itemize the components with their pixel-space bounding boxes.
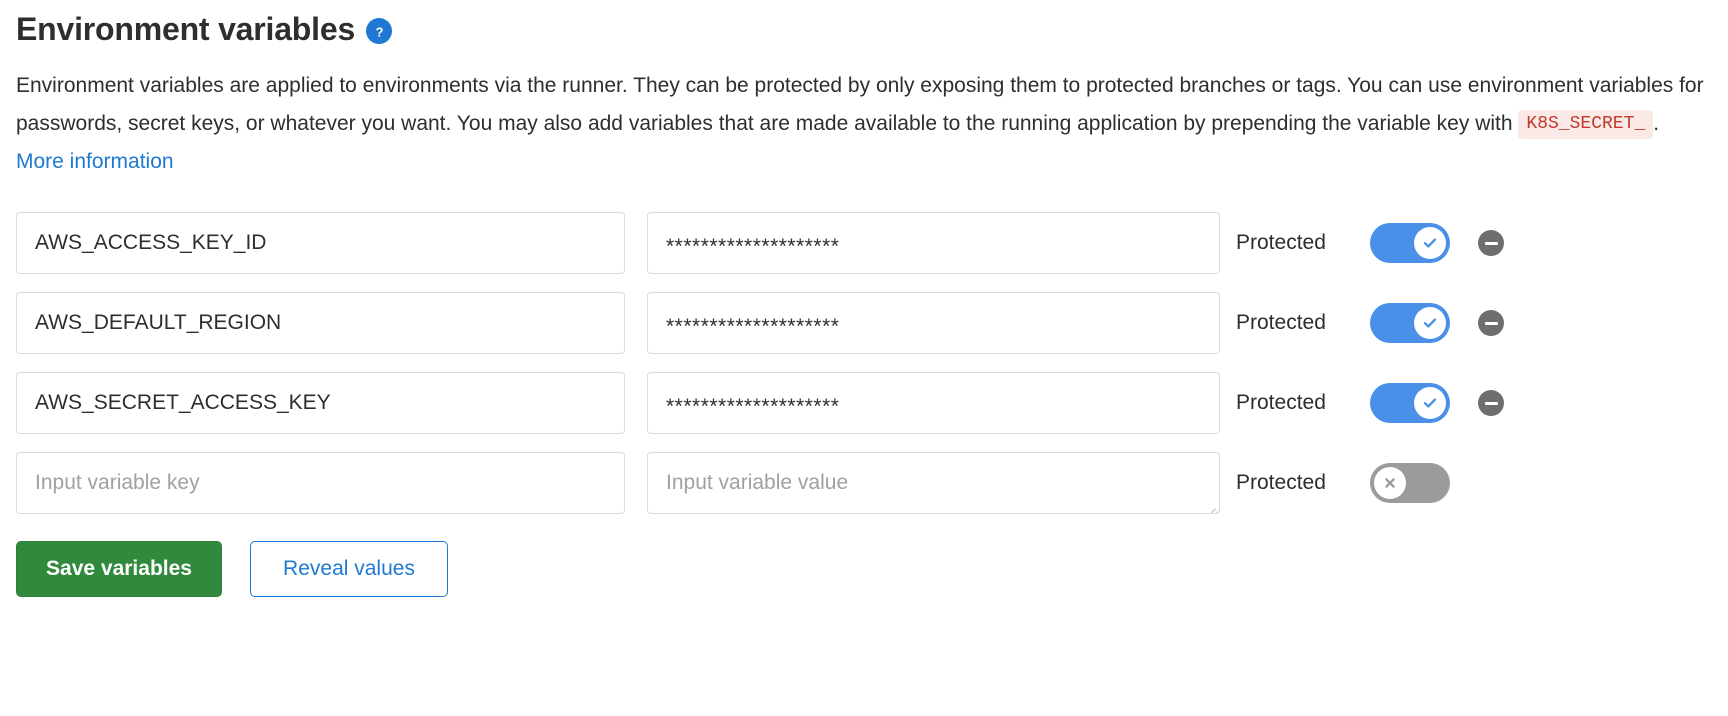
close-icon [1385, 478, 1395, 488]
protected-label: Protected [1236, 471, 1326, 494]
toggle-knob [1414, 307, 1446, 339]
toggle-knob [1414, 227, 1446, 259]
variable-value-masked: ******************** [666, 314, 840, 338]
variable-value-masked: ******************** [666, 394, 840, 418]
page-header: Environment variables ? [0, 0, 1728, 47]
protected-toggle[interactable] [1370, 223, 1450, 263]
variable-key-input[interactable]: AWS_ACCESS_KEY_ID [16, 212, 625, 274]
minus-circle-icon[interactable] [1478, 230, 1504, 256]
more-information-link[interactable]: More information [16, 150, 174, 173]
textarea-resize-handle[interactable] [1203, 497, 1219, 513]
table-row: AWS_ACCESS_KEY_ID ******************** P… [16, 203, 1712, 283]
variable-key-value: AWS_DEFAULT_REGION [35, 311, 282, 334]
variable-key-input[interactable]: AWS_SECRET_ACCESS_KEY [16, 372, 625, 434]
table-row: AWS_SECRET_ACCESS_KEY ******************… [16, 363, 1712, 443]
minus-bar [1484, 241, 1498, 245]
check-icon [1423, 318, 1437, 328]
code-prefix-badge: K8S_SECRET_ [1518, 110, 1654, 139]
protected-label: Protected [1236, 391, 1326, 414]
minus-circle-icon[interactable] [1478, 310, 1504, 336]
table-row-new: Input variable key Input variable value … [16, 443, 1712, 523]
variable-key-value: AWS_ACCESS_KEY_ID [35, 231, 267, 254]
minus-bar [1484, 321, 1498, 325]
variable-value-input[interactable]: ******************** [647, 292, 1220, 354]
variable-value-input[interactable]: ******************** [647, 212, 1220, 274]
variable-key-value: AWS_SECRET_ACCESS_KEY [35, 391, 331, 414]
form-actions: Save variables Reveal values [16, 541, 1728, 597]
protected-toggle[interactable] [1370, 303, 1450, 343]
question-circle-icon[interactable]: ? [366, 18, 393, 44]
variables-list: AWS_ACCESS_KEY_ID ******************** P… [0, 203, 1728, 523]
new-variable-value-input[interactable]: Input variable value [647, 452, 1220, 514]
variable-value-masked: ******************** [666, 234, 840, 258]
description-text: Environment variables are applied to env… [16, 67, 1712, 181]
page-title: Environment variables [16, 11, 356, 47]
protected-toggle[interactable] [1370, 463, 1450, 503]
check-icon [1423, 398, 1437, 408]
svg-text:?: ? [375, 24, 383, 39]
reveal-values-button[interactable]: Reveal values [250, 541, 448, 597]
save-variables-button[interactable]: Save variables [16, 541, 222, 597]
protected-label: Protected [1236, 231, 1326, 254]
variable-value-input[interactable]: ******************** [647, 372, 1220, 434]
new-variable-key-placeholder: Input variable key [35, 471, 200, 494]
minus-bar [1484, 401, 1498, 405]
check-icon [1423, 238, 1437, 248]
environment-variables-page: Environment variables ? Environment vari… [0, 0, 1728, 716]
new-variable-key-input[interactable]: Input variable key [16, 452, 625, 514]
table-row: AWS_DEFAULT_REGION ******************** … [16, 283, 1712, 363]
toggle-knob [1374, 467, 1406, 499]
protected-label: Protected [1236, 311, 1326, 334]
toggle-knob [1414, 387, 1446, 419]
variable-key-input[interactable]: AWS_DEFAULT_REGION [16, 292, 625, 354]
minus-circle-icon[interactable] [1478, 390, 1504, 416]
description-part-1: Environment variables are applied to env… [16, 74, 1704, 135]
protected-toggle[interactable] [1370, 383, 1450, 423]
description-part-2: . [1653, 112, 1660, 135]
new-variable-value-placeholder: Input variable value [666, 471, 849, 494]
